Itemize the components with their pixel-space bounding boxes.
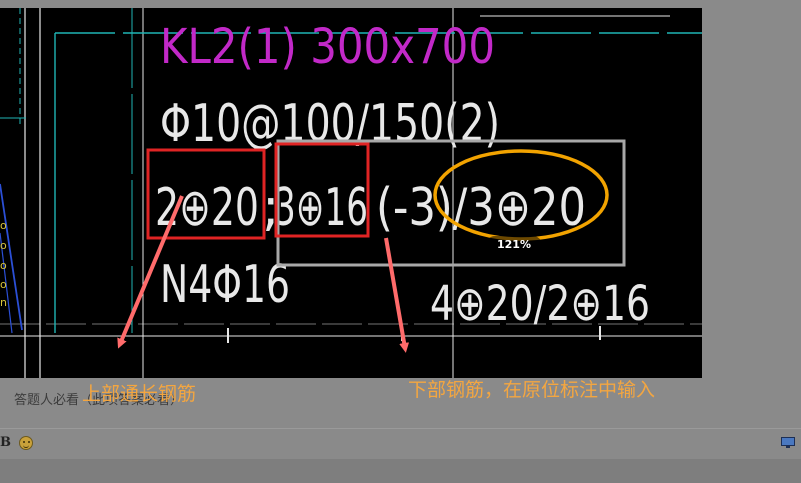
- svg-text:o: o: [0, 259, 7, 272]
- editor-toolbar: B: [0, 428, 801, 459]
- beam-title-text: KL2(1) 300x700: [160, 19, 495, 75]
- bold-button[interactable]: B: [0, 435, 11, 450]
- in-situ-rebar-text: 4⊕20/2⊕16: [430, 276, 650, 332]
- screenshot-stage: o o o o n KL2(1) 300x700 Φ10@100/150(2) …: [0, 0, 801, 483]
- svg-text:o: o: [0, 239, 7, 252]
- side-rebar-text: N4Φ16: [160, 255, 290, 315]
- svg-text:n: n: [0, 296, 7, 309]
- page-bottom-strip: [0, 459, 801, 483]
- cad-drawing-viewport[interactable]: o o o o n KL2(1) 300x700 Φ10@100/150(2) …: [0, 8, 702, 378]
- top-rebar-annotation-label: 上部通长钢筋: [82, 383, 197, 405]
- smiley-icon[interactable]: [19, 436, 33, 450]
- svg-text:o: o: [0, 219, 7, 232]
- monitor-icon[interactable]: [781, 437, 795, 448]
- bottom-rebar-text-1: 3⊕16: [274, 178, 368, 238]
- zoom-level-badge: 121%: [486, 236, 542, 254]
- bottom-rebar-annotation-label: 下部钢筋，在原位标注中输入: [408, 379, 656, 401]
- cad-side-marks: o o o o n: [0, 219, 7, 309]
- top-rebar-text: 2⊕20: [155, 178, 259, 238]
- bottom-rebar-text-2: (-3)/3⊕20: [376, 178, 586, 238]
- svg-text:o: o: [0, 278, 7, 291]
- cad-canvas: o o o o n KL2(1) 300x700 Φ10@100/150(2) …: [0, 8, 702, 378]
